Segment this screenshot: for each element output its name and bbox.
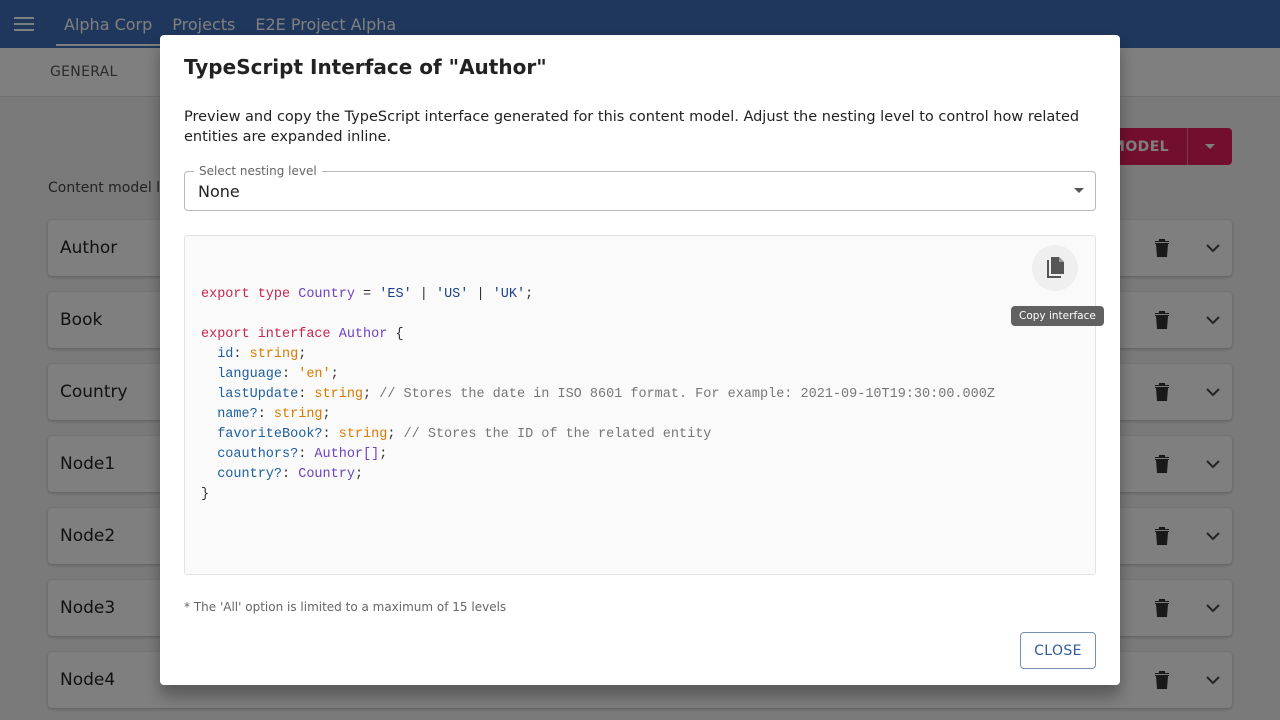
code-comment: // Stores the ID of the related entity (403, 427, 712, 442)
code-keyword: export interface (201, 327, 331, 342)
code-field-type: Author[] (314, 447, 380, 462)
code-field-name: coauthors? (217, 447, 299, 462)
dropdown-arrow-icon (1074, 188, 1084, 193)
code-field-name: country? (217, 467, 283, 482)
nesting-level-label: Select nesting level (194, 164, 322, 178)
code-operator: = (354, 287, 380, 302)
code-preview: export type Country = 'ES' | 'US' | 'UK'… (184, 235, 1104, 575)
nesting-level-value: None (198, 182, 240, 201)
copy-interface-button[interactable] (1032, 245, 1078, 291)
typescript-code: export type Country = 'ES' | 'US' | 'UK'… (201, 287, 995, 502)
close-button[interactable]: CLOSE (1020, 632, 1096, 669)
copy-tooltip: Copy interface (1011, 306, 1104, 326)
typescript-interface-dialog: TypeScript Interface of "Author" Preview… (160, 35, 1120, 685)
nesting-level-select[interactable]: Select nesting level None (184, 164, 1096, 211)
code-comment: // Stores the date in ISO 8601 format. F… (379, 387, 995, 402)
code-field-type: Country (298, 467, 355, 482)
code-field-name: favoriteBook? (217, 427, 323, 442)
nesting-footnote: * The 'All' option is limited to a maxim… (184, 600, 507, 614)
code-field-type: string (273, 407, 323, 422)
dialog-title: TypeScript Interface of "Author" (184, 55, 547, 79)
code-keyword: export type (201, 287, 291, 302)
code-string: 'US' (435, 287, 469, 302)
code-field-name: lastUpdate (217, 387, 299, 402)
code-field-type: string (338, 427, 388, 442)
code-field-name: id (217, 347, 234, 362)
code-field-type: 'en' (298, 367, 331, 382)
code-string: 'ES' (379, 287, 412, 302)
dialog-description: Preview and copy the TypeScript interfac… (184, 109, 1080, 145)
code-field-name: name? (217, 407, 258, 422)
code-field-name: language (217, 367, 283, 382)
code-field-type: string (249, 347, 299, 362)
code-string: 'UK' (492, 287, 526, 302)
code-type-name: Country (298, 287, 355, 302)
code-field-type: string (314, 387, 364, 402)
copy-icon (1047, 257, 1064, 278)
code-interface-name: Author (338, 327, 388, 342)
